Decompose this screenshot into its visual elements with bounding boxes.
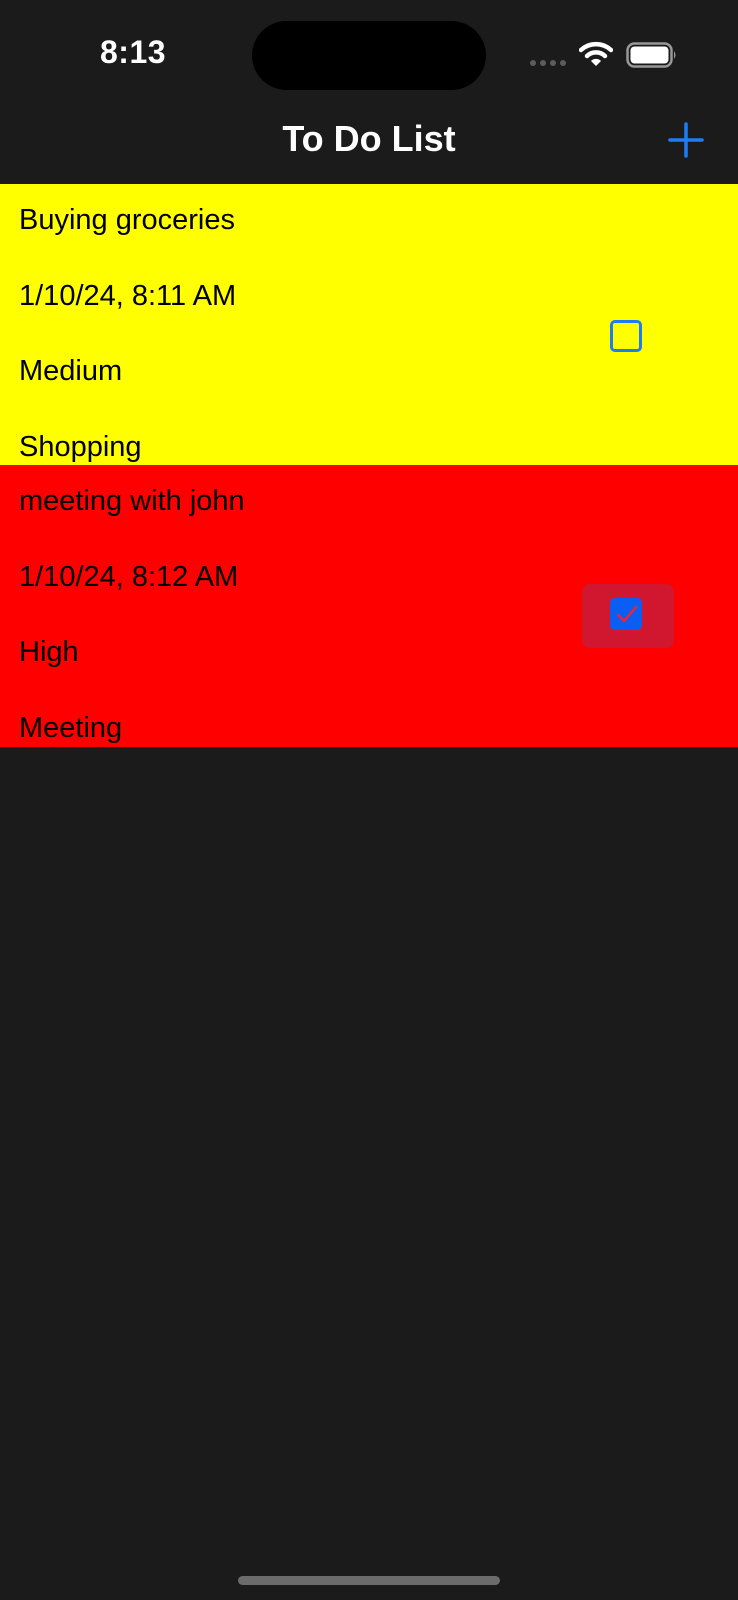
todo-complete-toggle[interactable] — [582, 584, 674, 648]
page-title: To Do List — [282, 118, 456, 159]
checked-checkbox-icon — [610, 598, 642, 630]
todo-date: 1/10/24, 8:12 AM — [19, 561, 239, 593]
wifi-icon — [578, 40, 614, 68]
todo-category: Meeting — [19, 712, 123, 744]
add-todo-button[interactable] — [668, 122, 704, 158]
todo-complete-toggle[interactable] — [582, 306, 674, 370]
todo-date: 1/10/24, 8:11 AM — [19, 280, 237, 312]
todo-category: Shopping — [19, 431, 142, 463]
unchecked-checkbox-icon — [610, 320, 642, 352]
todo-row[interactable]: meeting with john 1/10/24, 8:12 AM High … — [0, 465, 738, 747]
todo-priority: High — [19, 636, 79, 668]
todo-list: Buying groceries 1/10/24, 8:11 AM Medium… — [0, 184, 738, 747]
dynamic-island — [252, 21, 486, 90]
plus-icon — [668, 122, 704, 158]
todo-priority: Medium — [19, 355, 123, 387]
cellular-dots-icon — [530, 60, 566, 68]
todo-row[interactable]: Buying groceries 1/10/24, 8:11 AM Medium… — [0, 184, 738, 465]
status-time: 8:13 — [100, 34, 167, 70]
checkmark-icon — [616, 605, 638, 623]
home-indicator[interactable] — [238, 1576, 500, 1585]
navigation-bar: To Do List — [0, 100, 738, 184]
todo-title: Buying groceries — [19, 204, 235, 236]
battery-icon — [626, 42, 678, 68]
status-bar: 8:13 — [0, 0, 738, 100]
todo-title: meeting with john — [19, 485, 245, 517]
